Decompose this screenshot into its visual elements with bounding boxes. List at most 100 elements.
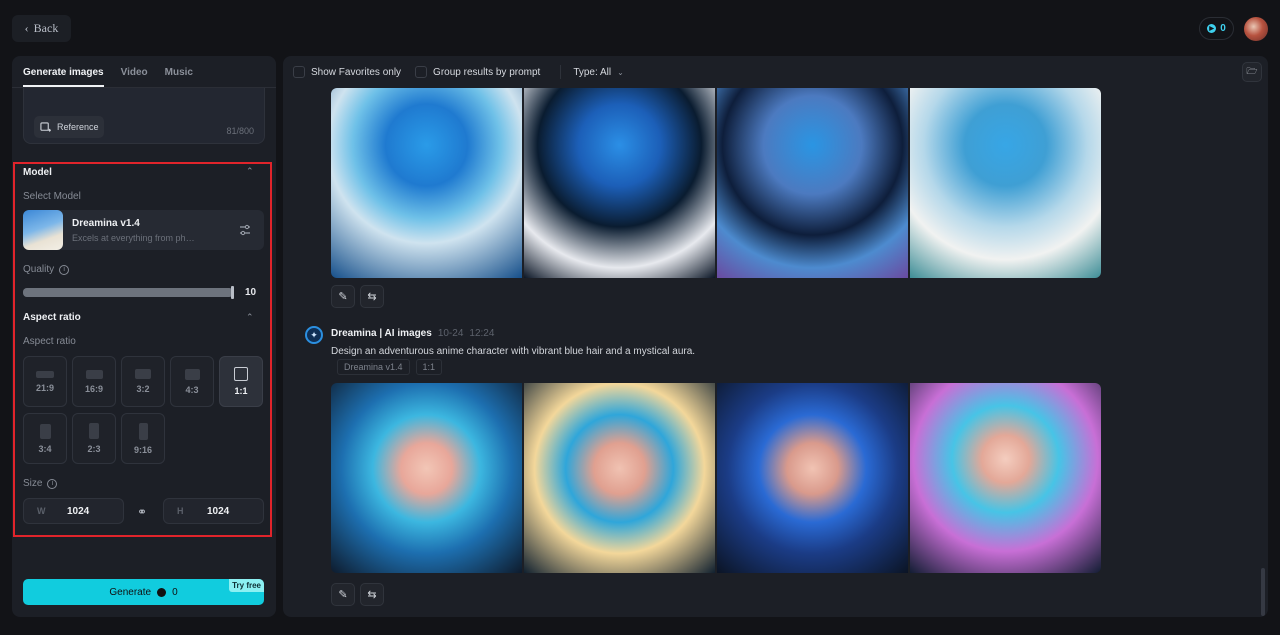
pencil-icon: ✎ — [338, 589, 348, 601]
credit-icon — [1207, 24, 1217, 33]
tab-generate-images[interactable]: Generate images — [23, 56, 104, 87]
tab-video[interactable]: Video — [121, 56, 148, 87]
char-count: 81/800 — [226, 126, 254, 136]
results-toolbar: Show Favorites only Group results by pro… — [283, 56, 1268, 88]
aspect-shape-icon — [135, 369, 151, 379]
aspect-ratio-option[interactable]: 21:9 — [23, 356, 67, 407]
reference-label: Reference — [57, 122, 99, 132]
credits-badge[interactable]: 0 — [1199, 17, 1234, 40]
message-author: Dreamina | AI images — [331, 328, 432, 339]
aspect-ratio-label: Aspect ratio — [23, 336, 76, 347]
generated-image[interactable] — [524, 88, 715, 278]
credits-count: 0 — [1220, 23, 1226, 34]
info-icon[interactable]: i — [47, 478, 58, 489]
width-input[interactable]: W 1024 — [23, 498, 124, 524]
aspect-ratio-option[interactable]: 3:2 — [121, 356, 165, 407]
group-checkbox[interactable] — [415, 66, 428, 78]
generated-image[interactable] — [717, 383, 908, 573]
image-add-icon — [40, 121, 51, 132]
pencil-icon: ✎ — [338, 291, 348, 303]
favorites-checkbox[interactable] — [293, 66, 305, 78]
info-icon[interactable]: i — [59, 264, 70, 275]
toolbar-divider — [560, 65, 562, 79]
favorites-filter[interactable]: Show Favorites only — [293, 66, 401, 78]
generated-image[interactable] — [910, 383, 1101, 573]
link-icon[interactable]: ⚭ — [137, 505, 147, 519]
aspect-ratio-options: 21:9 16:9 3:2 4:3 1:1 3:4 2:3 9:16 — [23, 356, 263, 464]
generate-button[interactable]: Generate 0 Try free — [23, 579, 264, 605]
results-panel: Show Favorites only Group results by pro… — [283, 56, 1268, 617]
sliders-icon[interactable] — [238, 223, 252, 237]
model-collapse-chevron-icon[interactable]: ⌃ — [246, 166, 254, 176]
aspect-ratio-option[interactable]: 3:4 — [23, 413, 67, 464]
mode-tabs: Generate images Video Music — [12, 56, 276, 88]
results-scrollbar[interactable] — [1261, 568, 1265, 616]
model-selector[interactable]: Dreamina v1.4 Excels at everything from … — [23, 210, 264, 250]
tab-music[interactable]: Music — [165, 56, 193, 87]
try-free-badge: Try free — [229, 579, 264, 592]
quality-label-row: Quality i — [23, 264, 70, 275]
aspect-ratio-label: 1:1 — [234, 386, 248, 396]
user-avatar[interactable] — [1244, 17, 1268, 41]
generated-image[interactable] — [524, 383, 715, 573]
aspect-ratio-option[interactable]: 9:16 — [121, 413, 165, 464]
aspect-ratio-label: 3:2 — [136, 384, 150, 394]
width-value: 1024 — [67, 505, 90, 517]
regenerate-button[interactable]: ⇆ — [360, 285, 384, 308]
message-tags: Dreamina v1.4 1:1 — [337, 359, 443, 375]
generate-cost: 0 — [172, 586, 178, 598]
aspect-shape-icon — [184, 368, 200, 380]
repeat-icon: ⇆ — [367, 291, 377, 303]
size-label-row: Size i — [23, 478, 58, 489]
generated-image[interactable] — [331, 383, 522, 573]
prompt-input[interactable]: Reference 81/800 — [23, 88, 265, 144]
aspect-ratio-option[interactable]: 1:1 — [219, 356, 263, 407]
image-row-1 — [331, 88, 1101, 278]
aspect-shape-icon — [85, 369, 103, 379]
reference-button[interactable]: Reference — [34, 116, 104, 138]
aspect-shape-icon — [89, 423, 99, 439]
model-name: Dreamina v1.4 — [72, 217, 140, 229]
generated-image[interactable] — [910, 88, 1101, 278]
height-prefix: H — [177, 506, 184, 516]
aspect-ratio-option[interactable]: 16:9 — [72, 356, 116, 407]
regenerate-button[interactable]: ⇆ — [360, 583, 384, 606]
aspect-shape-icon — [234, 367, 248, 381]
quality-slider[interactable] — [23, 286, 234, 299]
height-input[interactable]: H 1024 — [163, 498, 264, 524]
back-button[interactable]: ‹ Back — [12, 15, 71, 42]
generated-image[interactable] — [331, 88, 522, 278]
group-filter[interactable]: Group results by prompt — [415, 66, 540, 78]
quality-slider-fill — [23, 288, 233, 297]
select-model-label: Select Model — [23, 191, 81, 202]
message-header: Dreamina | AI images 10-24 12:24 — [331, 328, 494, 339]
aspect-ratio-label: 3:4 — [38, 443, 52, 454]
aspect-collapse-chevron-icon[interactable]: ⌃ — [246, 312, 254, 322]
model-description: Excels at everything from photorealism t… — [72, 232, 197, 243]
ratio-tag: 1:1 — [415, 359, 443, 375]
edit-button[interactable]: ✎ — [331, 583, 355, 606]
message-prompt: Design an adventurous anime character wi… — [331, 346, 696, 357]
type-label: Type: All — [573, 66, 612, 78]
aspect-shape-icon — [39, 423, 51, 439]
repeat-icon: ⇆ — [367, 589, 377, 601]
size-label: Size — [23, 478, 43, 489]
folder-icon: 🗁 — [1246, 66, 1258, 76]
edit-button[interactable]: ✎ — [331, 285, 355, 308]
aspect-ratio-label: 9:16 — [133, 444, 152, 455]
generated-image[interactable] — [717, 88, 908, 278]
quality-slider-handle[interactable] — [231, 286, 234, 299]
chevron-left-icon: ‹ — [24, 21, 29, 35]
group-label: Group results by prompt — [433, 66, 541, 78]
width-prefix: W — [37, 506, 46, 516]
type-filter-dropdown[interactable]: Type: All ⌄ — [573, 67, 624, 78]
model-tag: Dreamina v1.4 — [337, 359, 410, 375]
favorites-label: Show Favorites only — [311, 66, 402, 78]
aspect-ratio-label: 16:9 — [84, 383, 103, 394]
aspect-ratio-option[interactable]: 2:3 — [72, 413, 116, 464]
dreamina-logo-icon: ✦ — [305, 326, 323, 344]
folder-button[interactable]: 🗁 — [1242, 62, 1262, 82]
aspect-ratio-option[interactable]: 4:3 — [170, 356, 214, 407]
aspect-section-title: Aspect ratio — [23, 312, 81, 323]
aspect-shape-icon — [138, 422, 148, 440]
